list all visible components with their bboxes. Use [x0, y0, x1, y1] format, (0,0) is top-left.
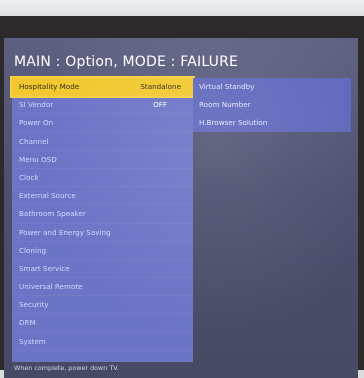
submenu-item-hbrowser-solution[interactable]: H.Browser Solution	[193, 114, 351, 132]
menu-item-power-on[interactable]: Power On	[12, 114, 193, 133]
menu-item-label: Power and Energy Saving	[19, 227, 111, 237]
menu-item-label: Menu OSD	[19, 154, 57, 164]
menu-item-drm[interactable]: DRM	[12, 314, 193, 333]
menu-item-smart-service[interactable]: Smart Service	[12, 260, 193, 279]
menu-item-label: Bathroom Speaker	[19, 209, 86, 219]
menu-item-menu-osd[interactable]: Menu OSD	[12, 151, 193, 169]
tv-screen: MAIN : Option, MODE : FAILURE Hospitalit…	[4, 38, 358, 378]
menu-item-universal-remote[interactable]: Universal Remote	[12, 278, 193, 297]
menu-item-label: Clock	[19, 172, 39, 182]
menu-item-label: Security	[19, 300, 49, 310]
menu-item-label: External Source	[19, 191, 76, 201]
menu-item-label: DRM	[19, 318, 36, 328]
menu-item-value: OFF	[153, 100, 167, 110]
footer-hint: When complete, power down TV.	[14, 364, 119, 372]
menu-item-label: Hospitality Mode	[19, 82, 80, 91]
submenu: Virtual Standby Room Number H.Browser So…	[193, 78, 351, 132]
menu-item-power-energy-saving[interactable]: Power and Energy Saving	[12, 224, 193, 242]
submenu-item-room-number[interactable]: Room Number	[193, 96, 351, 114]
menu-item-label: Cloning	[19, 245, 47, 255]
menu-item-label: Channel	[19, 136, 49, 146]
menu-item-label: System	[19, 336, 46, 346]
menu-item-channel[interactable]: Channel	[12, 133, 193, 151]
menu-item-system[interactable]: System	[12, 333, 193, 351]
menu-item-clock[interactable]: Clock	[12, 169, 193, 188]
menu-item-label: SI Vendor	[19, 100, 54, 110]
menu-item-label: Smart Service	[19, 263, 70, 273]
option-menu: Hospitality Mode Standalone SI Vendor OF…	[10, 75, 195, 362]
menu-item-value: Standalone	[140, 82, 181, 91]
menu-item-bathroom-speaker[interactable]: Bathroom Speaker	[12, 205, 193, 224]
menu-item-label: Universal Remote	[19, 282, 83, 292]
menu-item-si-vendor[interactable]: SI Vendor OFF	[12, 96, 193, 115]
menu-item-cloning[interactable]: Cloning	[12, 242, 193, 260]
tv-bezel: MAIN : Option, MODE : FAILURE Hospitalit…	[0, 16, 364, 378]
menu-item-hospitality-mode[interactable]: Hospitality Mode Standalone	[10, 75, 195, 99]
menu-item-external-source[interactable]: External Source	[12, 187, 193, 206]
menu-title: MAIN : Option, MODE : FAILURE	[14, 54, 239, 70]
menu-item-label: Power On	[19, 118, 54, 128]
submenu-item-virtual-standby[interactable]: Virtual Standby	[193, 78, 351, 96]
menu-item-security[interactable]: Security	[12, 296, 193, 315]
